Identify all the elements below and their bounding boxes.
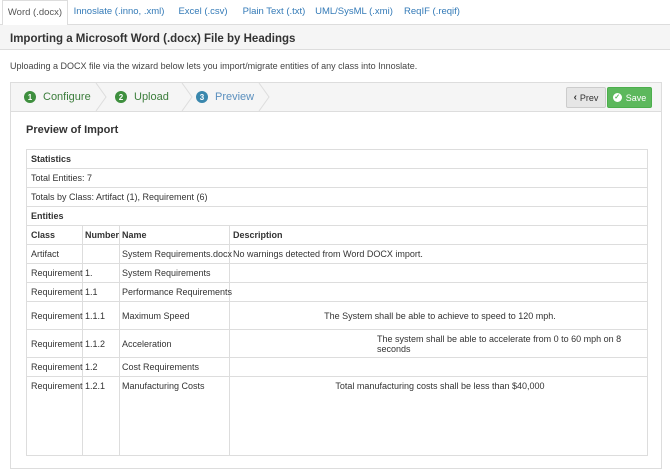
prev-label: Prev <box>579 92 599 103</box>
cell-class: Requirement <box>31 268 83 278</box>
cell-description: Total manufacturing costs shall be less … <box>335 381 545 391</box>
step-label: Configure <box>43 91 91 103</box>
cell-name: Performance Requirements <box>122 287 233 297</box>
tab-uml-sysml[interactable]: UML/SysML (.xmi) <box>314 0 394 23</box>
tab-excel[interactable]: Excel (.csv) <box>172 0 234 23</box>
step-label: Upload <box>134 91 169 103</box>
column-header-class: Class <box>31 230 56 240</box>
cell-name: Acceleration <box>122 338 172 349</box>
cell-number: 1.1.1 <box>85 310 106 321</box>
preview-title: Preview of Import <box>26 124 119 136</box>
step-preview[interactable]: 3 Preview <box>196 83 254 111</box>
prev-button[interactable]: ‹ Prev <box>566 87 606 108</box>
cell-class: Requirement <box>31 287 83 297</box>
table-row: Requirement 1.1 Performance Requirements <box>27 283 647 302</box>
table-row: Requirement 1.2 Cost Requirements <box>27 358 647 377</box>
cell-name: System Requirements <box>122 268 211 278</box>
intro-text: Uploading a DOCX file via the wizard bel… <box>10 61 418 71</box>
column-header-name: Name <box>122 230 147 240</box>
totals-by-class-row: Totals by Class: Artifact (1), Requireme… <box>27 188 647 207</box>
total-entities: Total Entities: 7 <box>31 173 93 183</box>
table-row: Requirement 1.1.1 Maximum Speed The Syst… <box>27 302 647 330</box>
step-configure[interactable]: 1 Configure <box>24 83 91 111</box>
step-number: 3 <box>196 91 208 103</box>
total-entities-row: Total Entities: 7 <box>27 169 647 188</box>
entities-heading-row: Entities <box>27 207 647 226</box>
step-upload[interactable]: 2 Upload <box>115 83 169 111</box>
step-number: 2 <box>115 91 127 103</box>
cell-description: No warnings detected from Word DOCX impo… <box>233 249 423 259</box>
chevron-left-icon: ‹ <box>573 92 577 103</box>
tab-word-docx[interactable]: Word (.docx) <box>2 0 68 26</box>
step-separator-icon <box>181 83 193 111</box>
statistics-heading-row: Statistics <box>27 150 647 169</box>
cell-name: Manufacturing Costs <box>122 381 205 391</box>
entities-heading: Entities <box>31 211 64 221</box>
tab-plain-text[interactable]: Plain Text (.txt) <box>238 0 310 23</box>
step-separator-icon <box>258 83 270 111</box>
save-label: Save <box>625 92 647 103</box>
statistics-heading: Statistics <box>31 154 72 164</box>
cell-class: Artifact <box>31 249 60 259</box>
step-label: Preview <box>215 91 255 103</box>
save-button[interactable]: ✓ Save <box>607 87 652 108</box>
cell-name: Maximum Speed <box>122 310 190 321</box>
cell-number: 1.2 <box>85 362 98 372</box>
cell-number: 1.2.1 <box>85 381 106 391</box>
table-row: Artifact System Requirements.docx No war… <box>27 245 647 264</box>
cell-class: Requirement <box>31 362 83 372</box>
cell-name: Cost Requirements <box>122 362 200 372</box>
cell-class: Requirement <box>31 310 83 321</box>
cell-name: System Requirements.docx <box>122 249 233 259</box>
cell-description: The system shall be able to accelerate f… <box>377 333 622 354</box>
cell-number: 1. <box>85 268 93 278</box>
wizard-steps-bar: 1 Configure 2 Upload 3 Preview ‹ Prev ✓ … <box>11 83 661 112</box>
cell-number: 1.1 <box>85 287 98 297</box>
table-row: Requirement 1.1.2 Acceleration The syste… <box>27 330 647 358</box>
check-circle-icon: ✓ <box>612 93 622 102</box>
cell-class: Requirement <box>31 381 83 391</box>
tab-innoslate[interactable]: Innoslate (.inno, .xml) <box>70 0 168 23</box>
step-number: 1 <box>24 91 36 103</box>
column-header-description: Description <box>233 230 283 240</box>
step-separator-icon <box>95 83 107 111</box>
totals-by-class: Totals by Class: Artifact (1), Requireme… <box>31 192 208 202</box>
column-header-number: Number <box>85 230 120 240</box>
table-row: Requirement 1.2.1 Manufacturing Costs To… <box>27 377 647 395</box>
import-format-tabs: Word (.docx) Innoslate (.inno, .xml) Exc… <box>0 0 670 26</box>
table-header-row: Class Number Name Description <box>27 226 647 245</box>
table-row: Requirement 1. System Requirements <box>27 264 647 283</box>
cell-number: 1.1.2 <box>85 338 106 349</box>
cell-class: Requirement <box>31 338 83 349</box>
preview-table: Statistics Total Entities: 7 Totals by C… <box>26 149 648 456</box>
page-title: Importing a Microsoft Word (.docx) File … <box>10 33 296 45</box>
import-wizard: 1 Configure 2 Upload 3 Preview ‹ Prev ✓ … <box>10 82 662 469</box>
tab-reqif[interactable]: ReqIF (.reqif) <box>398 0 466 23</box>
cell-description: The System shall be able to achieve to s… <box>324 310 556 321</box>
